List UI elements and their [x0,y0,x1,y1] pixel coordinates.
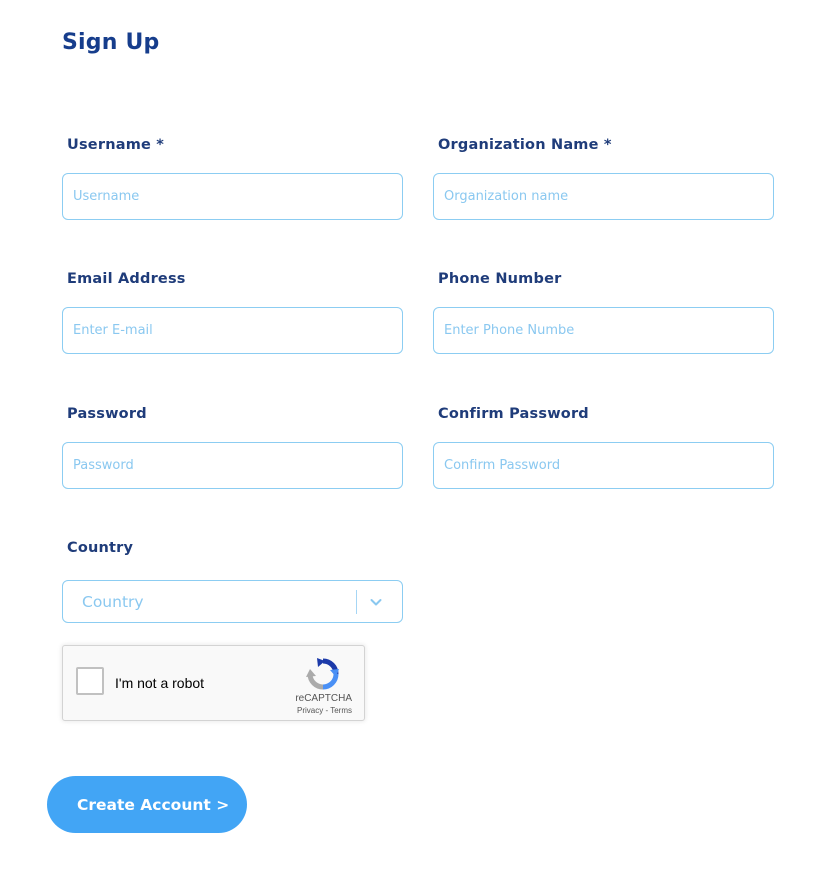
email-input[interactable] [62,307,403,354]
email-group: Email Address [62,271,404,354]
password-input[interactable] [62,442,403,489]
organization-group: Organization Name * [433,137,775,220]
password-label: Password [67,406,147,422]
phone-input[interactable] [433,307,774,354]
recaptcha-label: I'm not a robot [115,675,205,691]
username-group: Username * [62,137,404,220]
username-input[interactable] [62,173,403,220]
country-select[interactable]: Country [62,580,403,623]
phone-label: Phone Number [438,271,562,287]
confirm-password-label: Confirm Password [438,406,589,422]
organization-label: Organization Name * [438,137,612,153]
recaptcha-brand: reCAPTCHA [295,693,352,704]
select-divider [356,590,357,614]
chevron-down-icon[interactable] [368,594,384,610]
confirm-password-input[interactable] [433,442,774,489]
recaptcha-logo-icon [306,658,339,690]
organization-input[interactable] [433,173,774,220]
country-select-value: Country [82,593,144,611]
recaptcha-links: Privacy - Terms [297,706,352,715]
country-group: Country [62,540,404,556]
create-account-button[interactable]: Create Account > [47,776,247,833]
recaptcha-widget: I'm not a robot reCAPTCHA Privacy - Term… [62,645,365,721]
recaptcha-checkbox[interactable] [76,667,104,695]
password-group: Password [62,406,404,489]
email-label: Email Address [67,271,186,287]
page-title: Sign Up [62,30,160,55]
terms-link[interactable]: Terms [330,706,352,715]
country-label: Country [67,540,134,556]
phone-group: Phone Number [433,271,775,354]
confirm-password-group: Confirm Password [433,406,775,489]
username-label: Username * [67,137,165,153]
privacy-link[interactable]: Privacy [297,706,323,715]
